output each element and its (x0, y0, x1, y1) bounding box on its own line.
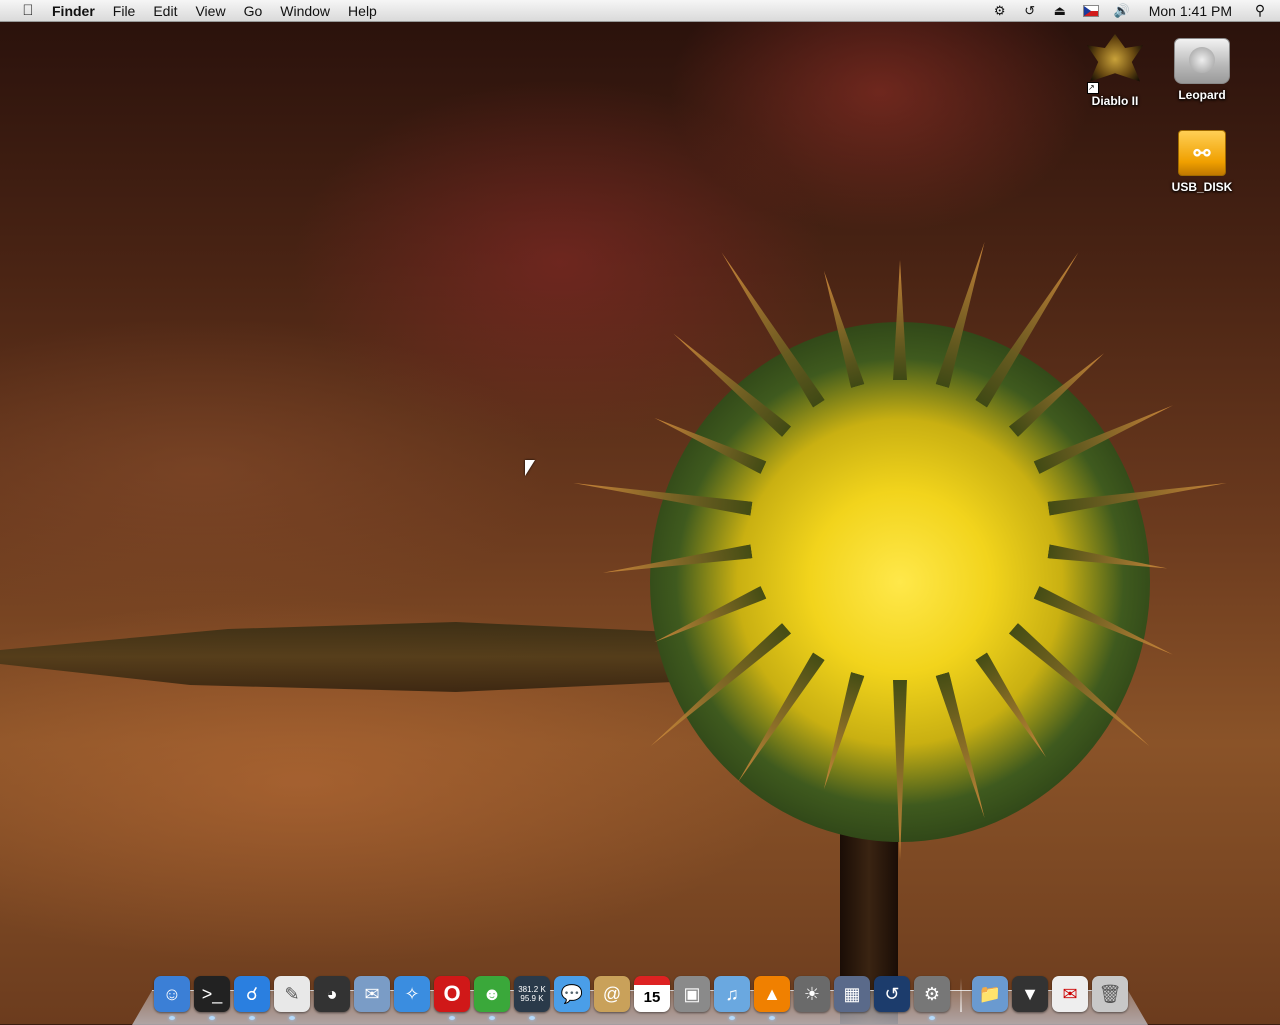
documents-folder-icon[interactable]: 📁 (972, 976, 1008, 1012)
apple-icon[interactable]:  (18, 2, 38, 19)
terminal-icon[interactable]: >_ (194, 976, 230, 1020)
menu-go[interactable]: Go (235, 0, 272, 22)
menu-help[interactable]: Help (339, 0, 386, 22)
menu-clock[interactable]: Mon 1:41 PM (1137, 3, 1246, 19)
dock: ☺ >_ ☌ ✎ ◕ ✉ ✧ O ☻ 381.2 K 95.9 K 💬 @ 15… (152, 972, 1130, 1020)
downloads-icon[interactable]: ▼ (1012, 976, 1048, 1012)
itunes-icon[interactable]: ♫ (714, 976, 750, 1020)
czech-flag-icon[interactable] (1082, 4, 1099, 17)
menu-extras: ⚙ ↺ ⏏ 🔊 Mon 1:41 PM ⚲ (985, 0, 1280, 22)
robot-icon[interactable]: ⚙ (985, 3, 1015, 19)
iphoto-icon[interactable]: ☀ (794, 976, 830, 1012)
time-machine-icon[interactable]: ↺ (1015, 3, 1045, 19)
ical-icon[interactable]: 15 (634, 976, 670, 1012)
wallpaper-leaf (0, 622, 760, 692)
textedit-icon[interactable]: ✎ (274, 976, 310, 1020)
desktop-icon-diablo[interactable]: Diablo II (1075, 34, 1155, 108)
net-upload-value: 381.2 K (518, 985, 546, 994)
desktop-icon-label: USB_DISK (1171, 180, 1233, 194)
menu-bar:  Finder File Edit View Go Window Help ⚙… (0, 0, 1280, 22)
mouse-pointer-icon (525, 460, 535, 476)
ichat-icon[interactable]: 💬 (554, 976, 590, 1012)
time-machine-icon[interactable]: ↺ (874, 976, 910, 1012)
menu-window[interactable]: Window (271, 0, 339, 22)
menu-file[interactable]: File (104, 0, 145, 22)
mail-badge-icon[interactable]: ✉ (1052, 976, 1088, 1012)
menu-finder[interactable]: Finder (38, 0, 104, 22)
spaces-icon[interactable]: ▦ (834, 976, 870, 1012)
magnifier-icon[interactable]: ⚲ (1246, 2, 1274, 19)
vlc-icon[interactable]: ▲ (754, 976, 790, 1020)
finder-icon[interactable]: ☺ (154, 976, 190, 1020)
desktop-icon-leopard[interactable]: Leopard (1162, 32, 1242, 102)
mail-stamp-icon[interactable]: ✉ (354, 976, 390, 1012)
dock-separator (960, 978, 962, 1012)
volume-icon[interactable]: 🔊 (1107, 3, 1137, 19)
trash-icon[interactable]: 🗑 (1092, 976, 1128, 1012)
safari-icon[interactable]: ✧ (394, 976, 430, 1012)
address-book-icon[interactable]: @ (594, 976, 630, 1012)
hard-drive-icon (1174, 38, 1230, 84)
migration-icon[interactable]: ☌ (234, 976, 270, 1020)
menu-edit[interactable]: Edit (144, 0, 186, 22)
calendar-day: 15 (643, 988, 661, 1006)
opera-icon[interactable]: O (434, 976, 470, 1020)
desktop-wallpaper (0, 22, 1280, 1024)
system-preferences-icon[interactable]: ⚙ (914, 976, 950, 1020)
network-monitor-icon[interactable]: 381.2 K 95.9 K (514, 976, 550, 1020)
usb-drive-icon: ⚯ (1178, 130, 1226, 176)
alias-arrow-icon: ↗ (1087, 82, 1099, 94)
preview-icon[interactable]: ▣ (674, 976, 710, 1012)
desktop-icon-label: Leopard (1178, 88, 1226, 102)
speedometer-icon[interactable]: ◕ (314, 976, 350, 1012)
desktop-icon-usb[interactable]: ⚯ USB_DISK (1162, 124, 1242, 194)
eject-icon[interactable]: ⏏ (1045, 3, 1075, 19)
sunflower-spike (893, 260, 907, 380)
adium-icon[interactable]: ☻ (474, 976, 510, 1020)
menu-view[interactable]: View (186, 0, 234, 22)
net-download-value: 95.9 K (520, 994, 544, 1003)
desktop-icon-label: Diablo II (1091, 94, 1139, 108)
